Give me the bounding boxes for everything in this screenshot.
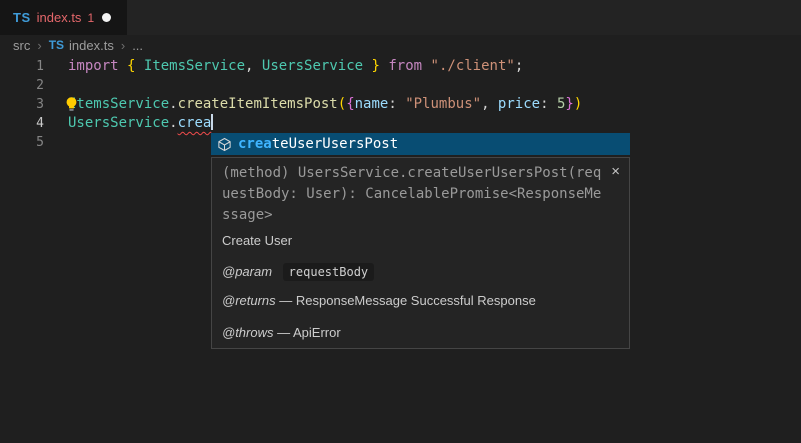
typescript-file-icon: TS xyxy=(13,10,31,25)
suggestion-rest-text: teUserUsersPost xyxy=(272,136,398,152)
line-number: 1 xyxy=(0,57,44,76)
code-line-4[interactable]: 4 UsersService.crea xyxy=(0,114,801,133)
vscode-editor-window: TS index.ts 1 src › TS index.ts › ... 1 … xyxy=(0,0,801,443)
tab-bar: TS index.ts 1 xyxy=(0,0,801,35)
code-line-3[interactable]: 3 ItemsService.createItemItemsPost({name… xyxy=(0,95,801,114)
breadcrumb-item-src[interactable]: src xyxy=(13,38,30,53)
tab-filename: index.ts xyxy=(37,10,82,25)
signature-line: uestBody: User): CancelablePromise<Respo… xyxy=(222,184,619,205)
suggestion-details-panel: × (method) UsersService.createUserUsersP… xyxy=(211,157,630,349)
line-number: 5 xyxy=(0,133,44,152)
unsaved-changes-dot-icon[interactable] xyxy=(102,13,111,22)
line-number: 4 xyxy=(0,114,44,133)
doc-returns-row: @returns — ResponseMessage Successful Re… xyxy=(222,293,619,308)
lightbulb-icon[interactable] xyxy=(63,96,80,113)
chevron-right-icon: › xyxy=(121,38,125,53)
line-number: 2 xyxy=(0,76,44,95)
returns-tag: @returns xyxy=(222,293,276,308)
doc-summary: Create User xyxy=(222,233,619,248)
intellisense-suggest-widget: createUserUsersPost × (method) UsersServ… xyxy=(211,133,630,349)
tab-problem-badge: 1 xyxy=(87,11,94,25)
breadcrumb-item-symbol[interactable]: ... xyxy=(132,38,143,53)
param-tag: @param xyxy=(222,264,272,279)
throws-tag: @throws xyxy=(222,325,274,340)
signature-line: (method) UsersService.createUserUsersPos… xyxy=(222,163,619,184)
suggestion-match-text: crea xyxy=(238,136,272,152)
throws-text: — ApiError xyxy=(274,325,341,340)
suggestion-create-user-users-post[interactable]: createUserUsersPost xyxy=(211,133,630,155)
param-name-chip: requestBody xyxy=(283,263,374,281)
chevron-right-icon: › xyxy=(37,38,41,53)
returns-text: — ResponseMessage Successful Response xyxy=(276,293,536,308)
code-line-2[interactable]: 2 xyxy=(0,76,801,95)
breadcrumb-item-file[interactable]: index.ts xyxy=(69,38,114,53)
signature-line: ssage> xyxy=(222,205,619,226)
breadcrumb: src › TS index.ts › ... xyxy=(13,35,143,55)
line-number: 3 xyxy=(0,95,44,114)
symbol-method-icon xyxy=(217,137,232,152)
doc-param-row: @param requestBody xyxy=(222,264,619,279)
code-line-1[interactable]: 1 import { ItemsService, UsersService } … xyxy=(0,57,801,76)
typescript-file-icon: TS xyxy=(49,38,64,52)
doc-throws-row: @throws — ApiError xyxy=(222,325,619,340)
tab-index-ts[interactable]: TS index.ts 1 xyxy=(0,0,127,35)
text-cursor xyxy=(211,114,213,130)
close-icon[interactable]: × xyxy=(611,164,620,179)
